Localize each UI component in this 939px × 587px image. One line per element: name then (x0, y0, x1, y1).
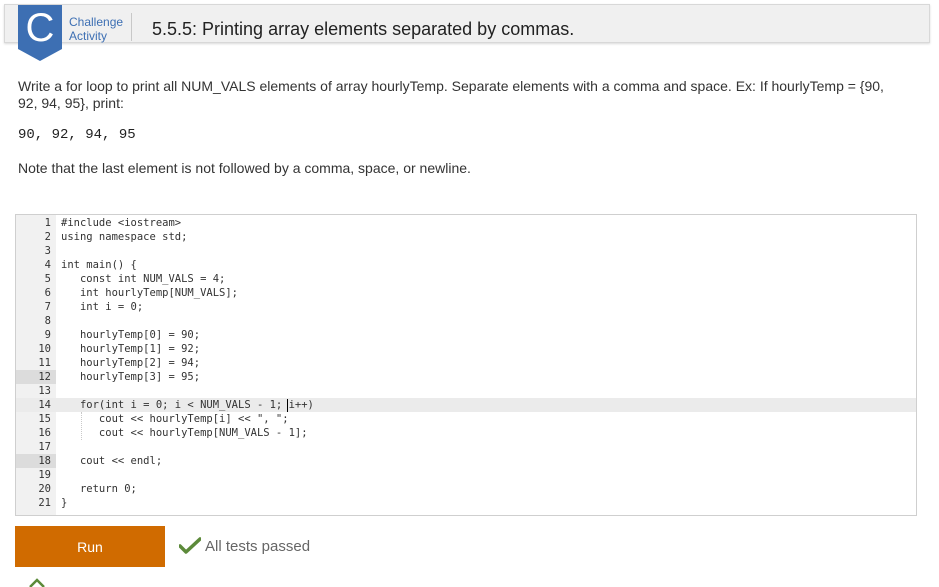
code-line[interactable]: 16 cout << hourlyTemp[NUM_VALS - 1]; (16, 426, 916, 440)
line-number: 15 (38, 413, 51, 425)
activity-header: C Challenge Activity 5.5.5: Printing arr… (4, 4, 930, 61)
code-line[interactable]: 20 return 0; (16, 482, 916, 496)
code-line[interactable]: 1 #include <iostream> (16, 216, 916, 230)
text-cursor (287, 399, 288, 412)
code-line[interactable]: 4 int main() { (16, 258, 916, 272)
checkmark-icon (179, 537, 201, 554)
example-output: 90, 92, 94, 95 (18, 127, 136, 143)
line-number: 2 (44, 231, 51, 243)
line-number: 20 (38, 483, 51, 495)
line-number: 19 (38, 469, 51, 481)
instructions-text: Write a for loop to print all NUM_VALS e… (18, 78, 884, 111)
challenge-badge: C (18, 5, 62, 63)
line-code[interactable]: int i = 0; (61, 300, 143, 314)
code-line[interactable]: 18 cout << endl; (16, 454, 916, 468)
activity-type-label: Challenge Activity (69, 15, 129, 43)
run-button[interactable]: Run (15, 526, 165, 567)
code-line[interactable]: 19 (16, 468, 916, 482)
line-number: 11 (38, 357, 51, 369)
activity-type-line2: Activity (69, 29, 108, 43)
line-code[interactable]: for(int i = 0; i < NUM_VALS - 1; i++) (61, 398, 314, 412)
line-code[interactable]: return 0; (61, 482, 137, 496)
line-number: 18 (38, 455, 51, 467)
line-code[interactable]: const int NUM_VALS = 4; (61, 272, 225, 286)
code-line[interactable]: 12 hourlyTemp[3] = 95; (16, 370, 916, 384)
line-code[interactable]: cout << endl; (61, 454, 162, 468)
activity-title: 5.5.5: Printing array elements separated… (152, 19, 575, 39)
code-line[interactable]: 17 (16, 440, 916, 454)
test-status: All tests passed (179, 535, 310, 557)
code-line[interactable]: 11 hourlyTemp[2] = 94; (16, 356, 916, 370)
code-line[interactable]: 13 (16, 384, 916, 398)
chevron-up-icon[interactable] (28, 578, 46, 587)
header-divider (131, 13, 132, 41)
badge-letter: C (25, 6, 55, 50)
code-line[interactable]: 5 const int NUM_VALS = 4; (16, 272, 916, 286)
line-code[interactable]: hourlyTemp[3] = 95; (61, 370, 200, 384)
line-code[interactable]: int hourlyTemp[NUM_VALS]; (61, 286, 238, 300)
line-code[interactable]: hourlyTemp[2] = 94; (61, 356, 200, 370)
line-code[interactable]: } (61, 496, 67, 510)
line-number: 10 (38, 343, 51, 355)
line-number: 9 (44, 329, 51, 341)
activity-type-line1: Challenge (69, 15, 124, 29)
code-editor[interactable]: 1 #include <iostream> 2 using namespace std… (15, 214, 917, 516)
code-line[interactable]: 6 int hourlyTemp[NUM_VALS]; (16, 286, 916, 300)
note-text: Note that the last element is not follow… (18, 160, 471, 176)
line-number: 17 (38, 441, 51, 453)
indent-guide (81, 412, 83, 440)
line-number: 4 (44, 259, 51, 271)
code-line[interactable]: 8 (16, 314, 916, 328)
line-number: 12 (38, 371, 51, 383)
code-line[interactable]: 2 using namespace std; (16, 230, 916, 244)
code-line[interactable]: 14 for(int i = 0; i < NUM_VALS - 1; i++) (16, 398, 916, 412)
line-number: 13 (38, 385, 51, 397)
line-code[interactable]: hourlyTemp[0] = 90; (61, 328, 200, 342)
code-line[interactable]: 10 hourlyTemp[1] = 92; (16, 342, 916, 356)
code-line[interactable]: 21} (16, 496, 916, 510)
line-number: 3 (44, 245, 51, 257)
line-code[interactable]: using namespace std; (61, 230, 187, 244)
code-line[interactable]: 3 (16, 244, 916, 258)
line-number: 5 (44, 273, 51, 285)
line-code[interactable]: int main() { (61, 258, 137, 272)
line-number: 1 (44, 217, 51, 229)
line-code[interactable]: #include <iostream> (61, 216, 181, 230)
line-code[interactable]: cout << hourlyTemp[NUM_VALS - 1]; (61, 426, 308, 440)
line-number: 16 (38, 427, 51, 439)
line-number: 21 (38, 497, 51, 509)
code-line[interactable]: 15 cout << hourlyTemp[i] << ", "; (16, 412, 916, 426)
line-code[interactable]: hourlyTemp[1] = 92; (61, 342, 200, 356)
line-number: 8 (44, 315, 51, 327)
status-text: All tests passed (205, 537, 311, 555)
line-code[interactable]: cout << hourlyTemp[i] << ", "; (61, 412, 289, 426)
line-number: 6 (44, 287, 51, 299)
code-line[interactable]: 7 int i = 0; (16, 300, 916, 314)
line-number: 14 (38, 399, 51, 411)
line-number: 7 (44, 301, 51, 313)
code-line[interactable]: 9 hourlyTemp[0] = 90; (16, 328, 916, 342)
